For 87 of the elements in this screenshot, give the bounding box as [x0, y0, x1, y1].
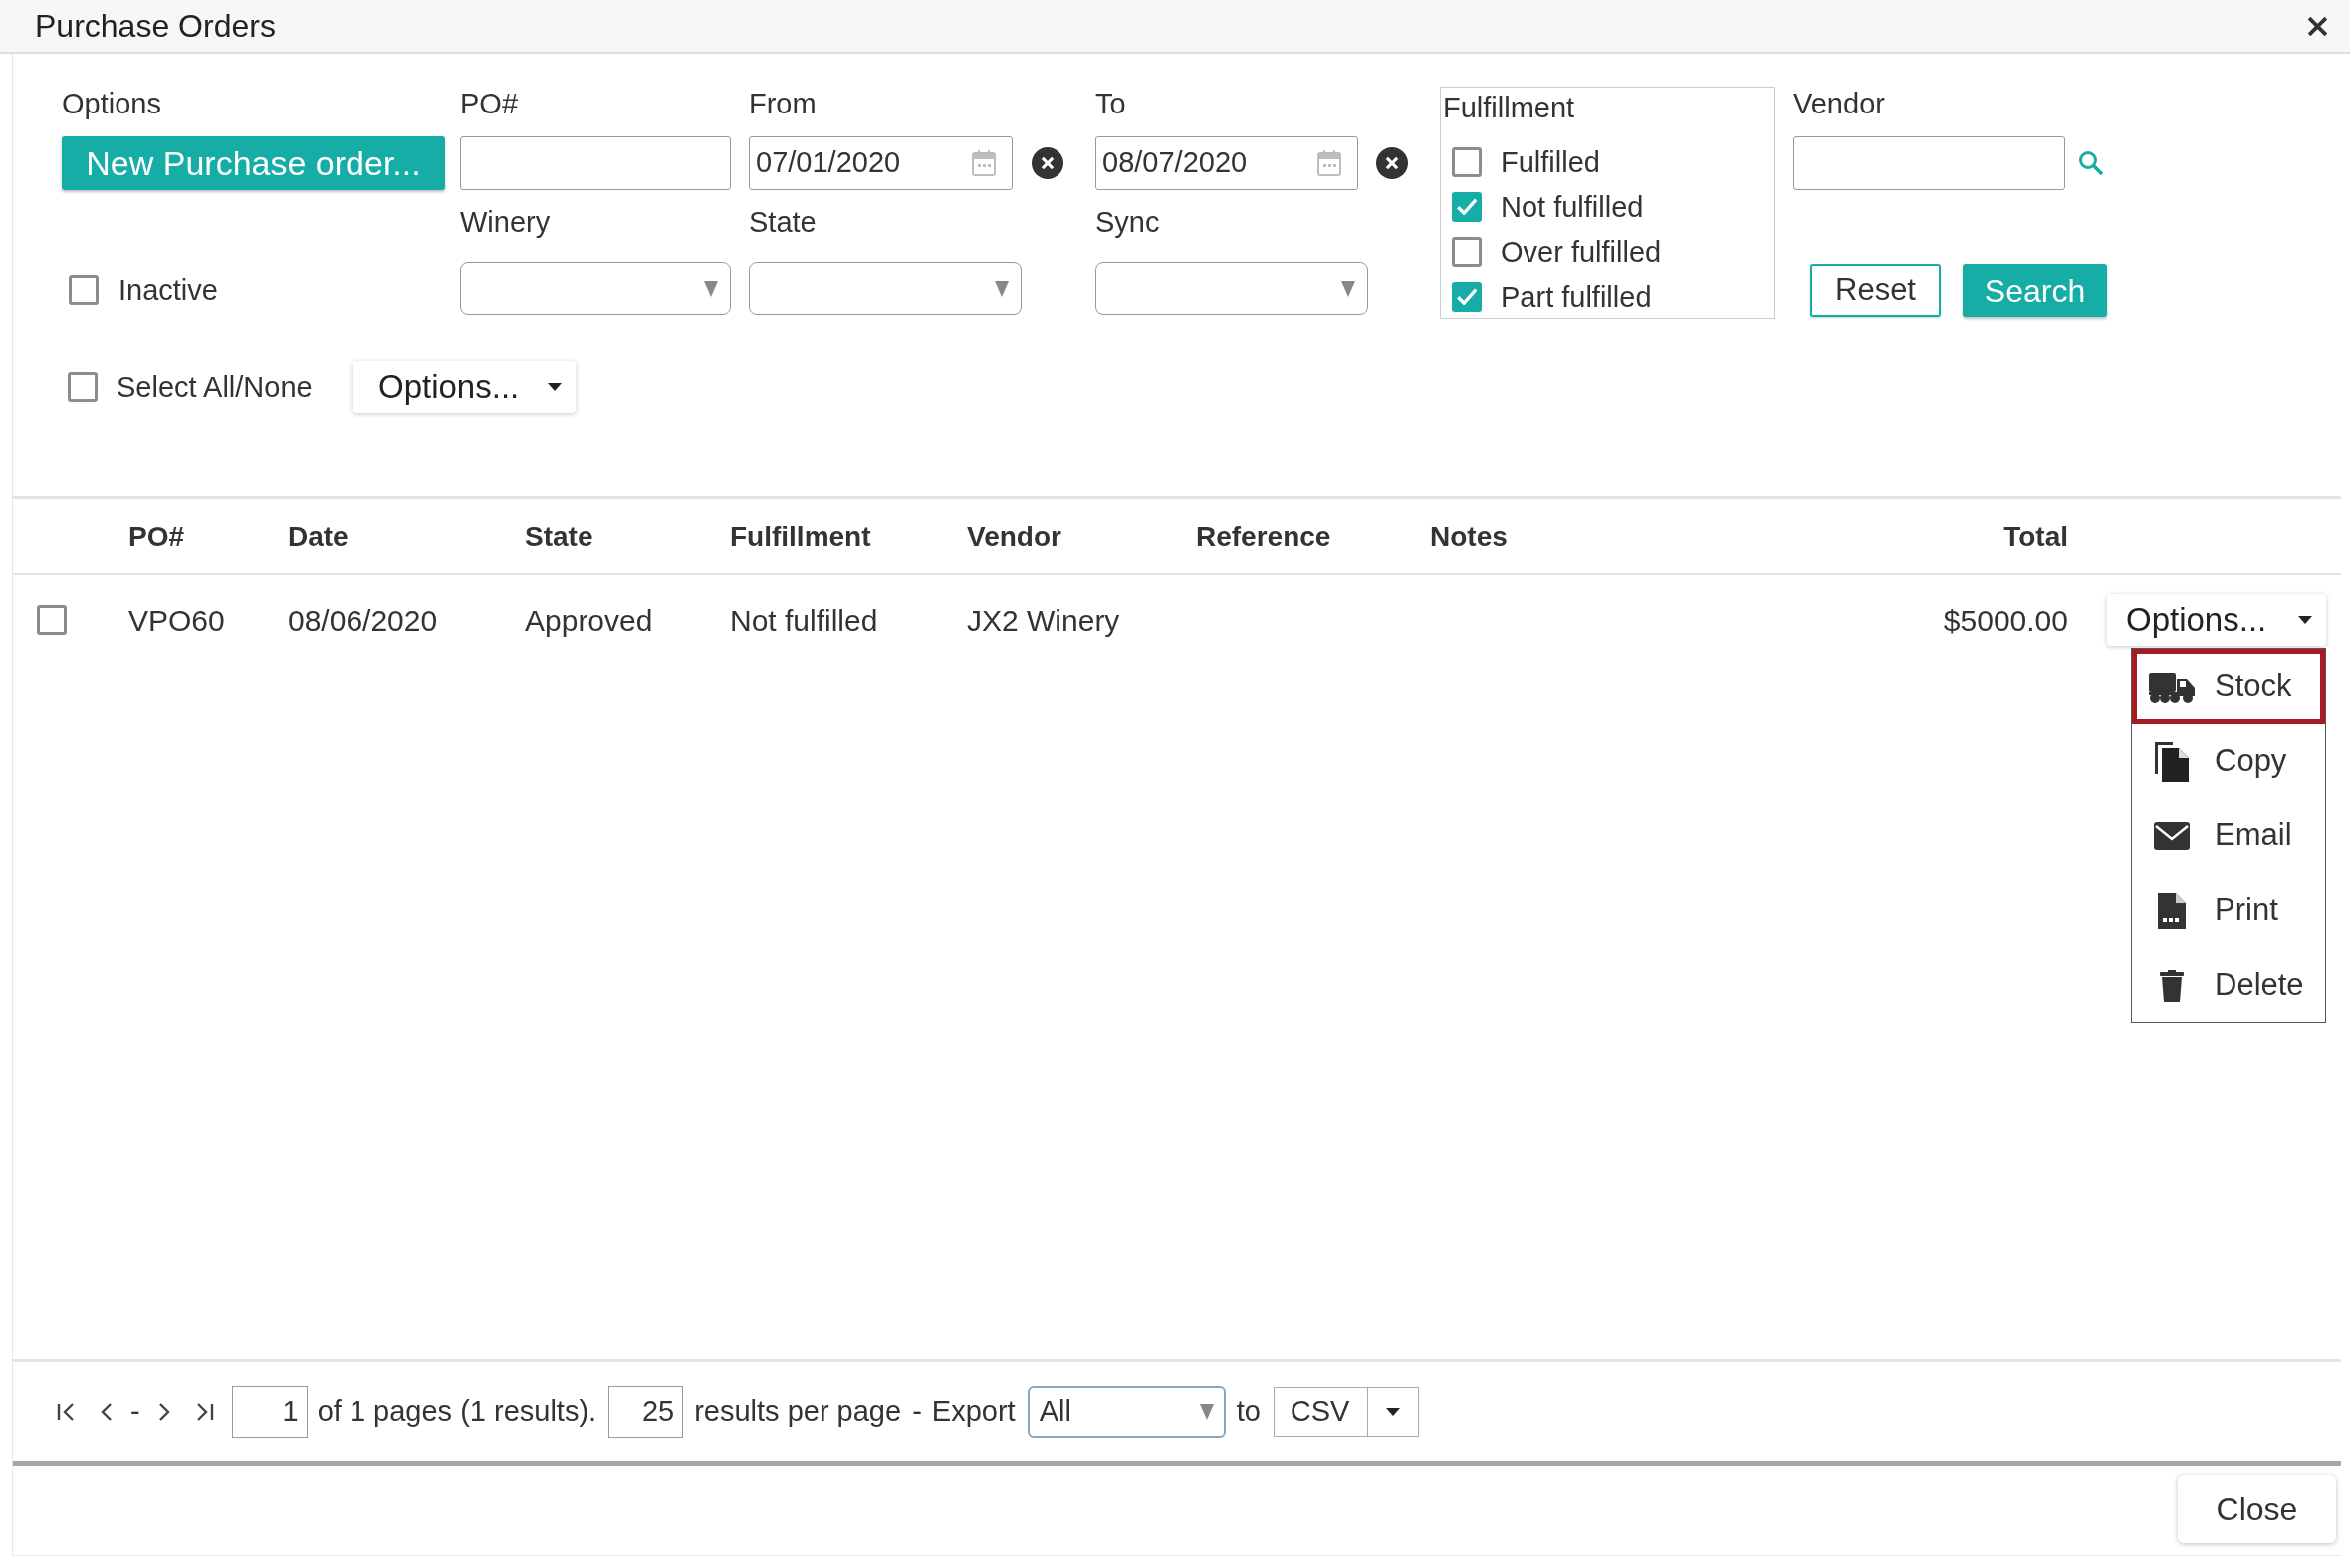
nav-separator: - — [130, 1394, 140, 1430]
column-header: Total — [2003, 519, 2068, 554]
menu-item[interactable]: Print — [2132, 873, 2325, 948]
pdf-file-icon — [2158, 892, 2186, 929]
checkbox[interactable] — [68, 372, 98, 402]
checkbox-label: Not fulfilled — [1501, 189, 1644, 224]
to-label: to — [1236, 1394, 1261, 1430]
check-icon — [1457, 288, 1477, 305]
envelope-icon — [2154, 821, 2190, 850]
table-cell-text: Not fulfilled — [730, 602, 878, 639]
export-label: Export — [931, 1394, 1016, 1430]
clear-icon[interactable] — [1032, 147, 1063, 179]
check-icon — [1457, 198, 1477, 215]
field-label: State — [749, 205, 817, 239]
reset-button[interactable]: Reset — [1810, 264, 1941, 317]
search-icon[interactable] — [2078, 150, 2104, 176]
options-button[interactable]: Options... — [2107, 594, 2326, 646]
input-field[interactable] — [1793, 136, 2065, 190]
checkbox[interactable] — [37, 605, 67, 635]
previous-page-icon[interactable] — [101, 1402, 113, 1422]
checkbox[interactable] — [1452, 191, 1482, 222]
table-cell-text: Approved — [525, 602, 653, 639]
menu-item[interactable]: Delete — [2132, 948, 2325, 1022]
caret-icon — [1341, 280, 1355, 297]
last-page-icon[interactable] — [195, 1402, 214, 1422]
field-label: Fulfillment — [1443, 91, 1575, 124]
close-button[interactable]: Close — [2178, 1475, 2336, 1543]
checkbox-label: Over fulfilled — [1501, 234, 1662, 269]
field-label: Vendor — [1793, 87, 1885, 120]
first-page-icon[interactable] — [57, 1402, 75, 1422]
checkbox-label: Inactive — [118, 273, 218, 307]
per-page-field[interactable]: 25 — [608, 1386, 684, 1438]
truck-icon — [2149, 670, 2195, 703]
field-label: Options — [62, 87, 161, 120]
select-field[interactable] — [1095, 262, 1368, 315]
table-cell-text: $5000.00 — [1943, 602, 2068, 639]
column-header: Reference — [1196, 519, 1331, 554]
checkbox[interactable] — [69, 275, 99, 305]
table-cell-text: JX2 Winery — [967, 602, 1120, 639]
page-info: of 1 pages (1 results). — [317, 1394, 597, 1430]
checkbox-label: Select All/None — [117, 370, 313, 404]
column-header: Vendor — [967, 519, 1061, 554]
menu-item[interactable]: Copy — [2132, 724, 2325, 798]
caret-icon — [995, 280, 1009, 297]
table-cell-text: 08/06/2020 — [288, 602, 438, 639]
field-label: Sync — [1095, 205, 1160, 239]
trash-icon — [2160, 969, 2184, 1002]
input-field[interactable] — [460, 136, 731, 190]
select-field[interactable] — [460, 262, 731, 315]
checkbox-label: Part fulfilled — [1501, 279, 1652, 314]
column-header: Notes — [1430, 519, 1508, 554]
field-label: PO# — [460, 87, 519, 120]
checkbox[interactable] — [1452, 146, 1482, 177]
menu-item[interactable]: Stock — [2132, 649, 2325, 724]
close-icon[interactable] — [2307, 15, 2328, 37]
calendar-icon[interactable] — [972, 150, 996, 176]
date-field[interactable]: 08/07/2020 — [1095, 136, 1358, 190]
column-header: Date — [288, 519, 349, 554]
documents-icon — [2155, 741, 2189, 782]
caret-icon — [1199, 1404, 1214, 1420]
menu-item[interactable]: Email — [2132, 798, 2325, 873]
select-field[interactable] — [749, 262, 1022, 315]
date-field[interactable]: 07/01/2020 — [749, 136, 1013, 190]
caret-icon — [1385, 1408, 1400, 1416]
caret-icon — [548, 383, 562, 391]
window-title: Purchase Orders — [35, 7, 276, 46]
caret-icon — [704, 280, 718, 297]
checkbox-label: Fulfilled — [1501, 144, 1600, 179]
column-header: Fulfillment — [730, 519, 871, 554]
column-header: State — [525, 519, 593, 554]
calendar-icon[interactable] — [1317, 150, 1341, 176]
checkbox[interactable] — [1452, 236, 1482, 267]
checkbox[interactable] — [1452, 281, 1482, 312]
separator-text: - — [912, 1394, 922, 1430]
format-dropdown[interactable]: CSV — [1273, 1387, 1419, 1437]
field-label: To — [1095, 87, 1126, 120]
field-label: From — [749, 87, 817, 120]
export-dropdown[interactable]: All — [1027, 1386, 1226, 1438]
table-cell-text: VPO60 — [128, 602, 225, 639]
next-page-icon[interactable] — [157, 1402, 170, 1422]
options-button[interactable]: Options... — [352, 361, 576, 413]
clear-icon[interactable] — [1376, 147, 1408, 179]
page-number-field[interactable]: 1 — [231, 1386, 308, 1438]
field-label: Winery — [460, 205, 551, 239]
caret-icon — [2298, 616, 2312, 624]
column-header: PO# — [128, 519, 185, 554]
per-page-label: results per page — [694, 1394, 902, 1430]
